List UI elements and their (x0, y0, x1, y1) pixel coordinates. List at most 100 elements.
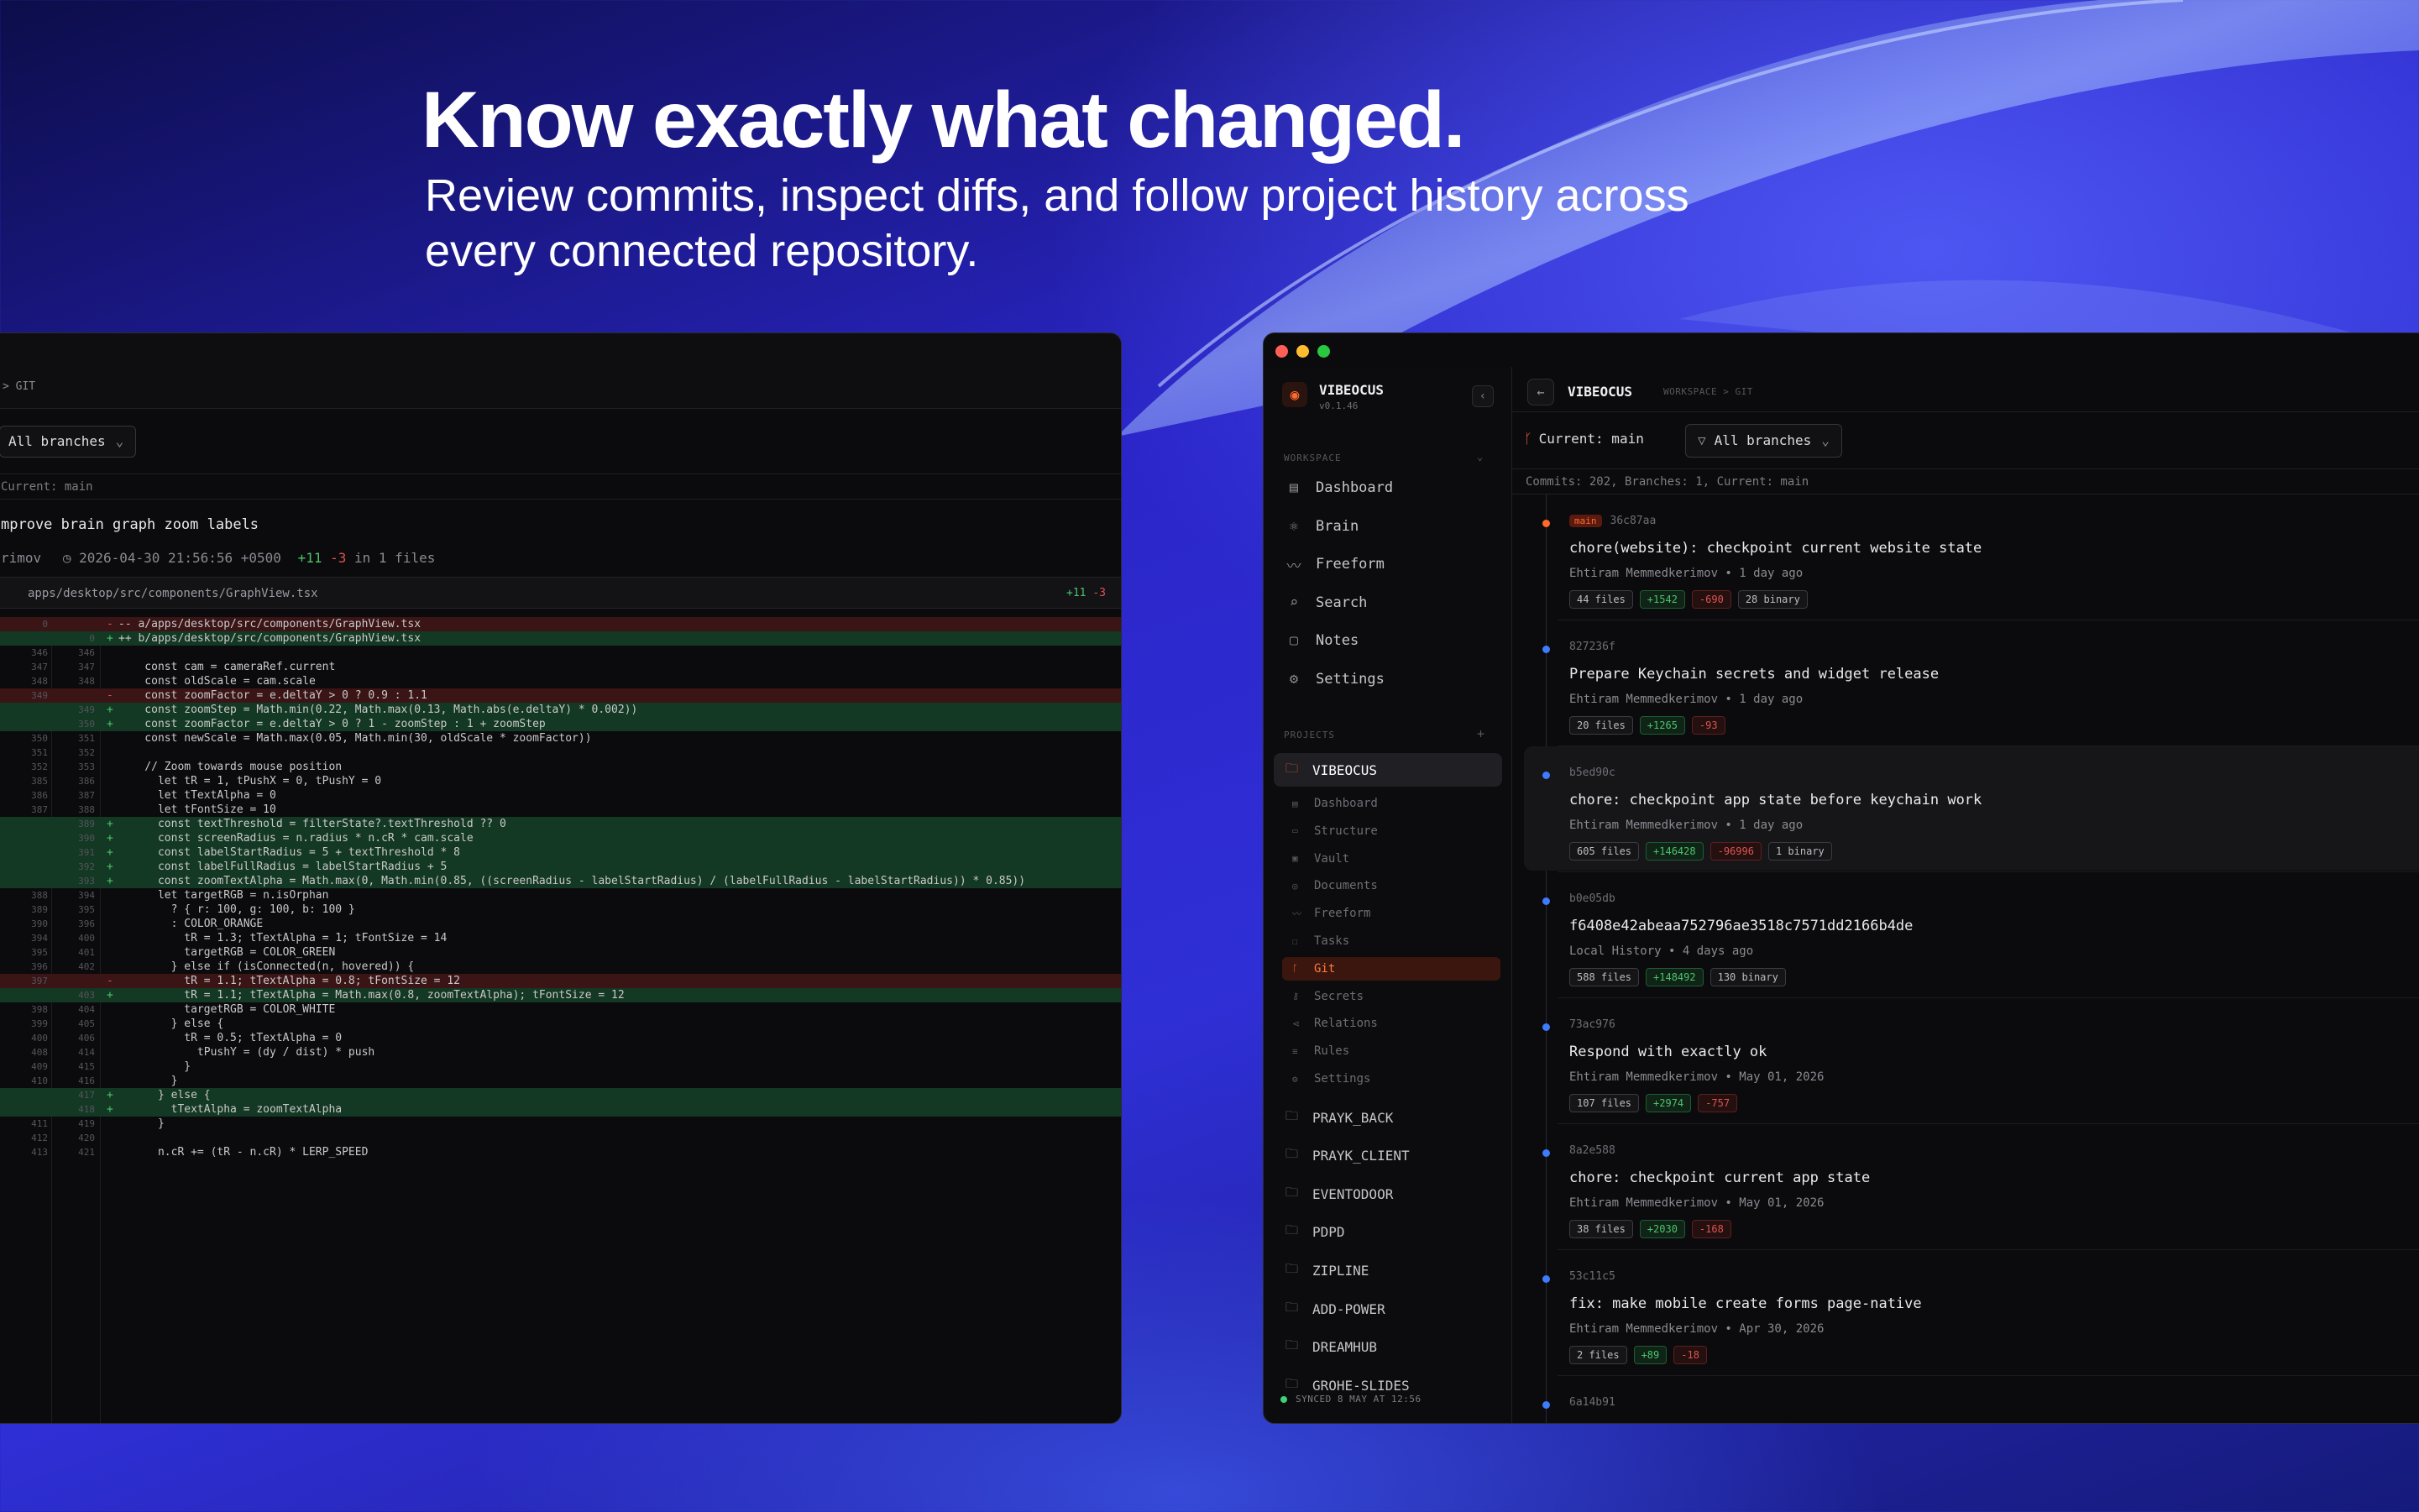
current-branch[interactable]: ᚴ Current: main (1524, 431, 1644, 447)
commit-author: Ehtiram Memmedkerimov • May 01, 2026 (1569, 1196, 1825, 1210)
diff-window: > GIT All branches ⌄ Current: main mprove… (0, 332, 1122, 1424)
diff-line: 392 + const labelFullRadius = labelStartR… (0, 860, 1121, 874)
old-line-number: 387 (31, 804, 48, 815)
commit-author: Ehtiram Memmedkerimov • 1 day ago (1569, 567, 1804, 580)
project-item-prayk_client[interactable]: 🗀 PRAYK_CLIENT (1274, 1139, 1502, 1173)
commit-item[interactable]: 827236f Prepare Keychain secrets and widg… (1524, 620, 2419, 745)
close-window-button[interactable] (1275, 345, 1288, 358)
project-item-prayk_back[interactable]: 🗀 PRAYK_BACK (1274, 1101, 1502, 1134)
add-project-icon[interactable]: + (1477, 726, 1484, 741)
diff-code: } else { (118, 1018, 224, 1030)
old-line-number: 412 (31, 1133, 48, 1143)
key-icon: ⚷ (1292, 991, 1300, 1002)
branches-filter-dropdown[interactable]: ▽ All branches ⌄ (1685, 424, 1842, 458)
commit-item[interactable]: b0e05db f6408e42abeaa752796ae3518c7571dd2… (1524, 872, 2419, 997)
sidebar-item-brain[interactable]: ⚛ Brain (1274, 510, 1502, 543)
project-subitem-secrets[interactable]: ⚷ Secrets (1282, 985, 1500, 1008)
diff-file-header[interactable]: apps/desktop/src/components/GraphView.ts… (0, 577, 1121, 609)
project-item-add-power[interactable]: 🗀 ADD-POWER (1274, 1292, 1502, 1326)
project-subitem-relations[interactable]: ⋖ Relations (1282, 1012, 1500, 1035)
search-icon: ⌕ (1289, 594, 1299, 611)
project-subitem-dashboard[interactable]: ▤ Dashboard (1282, 792, 1500, 815)
commit-hash-row: 73ac976 (1569, 1018, 1615, 1031)
old-line-number: 390 (31, 918, 48, 929)
sidebar-item-settings[interactable]: ⚙ Settings (1274, 662, 1502, 696)
folder-icon: 🗀 (1285, 1107, 1299, 1123)
diff-code: tR = 1.3; tTextAlpha = 1; tFontSize = 14 (118, 932, 448, 944)
project-item-vibeocus[interactable]: 🗀 VIBEOCUS (1274, 753, 1502, 787)
commit-message: Prepare Keychain secrets and widget rele… (1569, 666, 1940, 683)
sidebar-item-freeform[interactable]: 〰 Freeform (1274, 547, 1502, 581)
commit-stats: 44 files +1542 -690 28 binary (1569, 590, 1808, 609)
deletions-badge: -93 (1691, 716, 1725, 735)
chevron-left-icon: ‹ (1479, 390, 1487, 403)
git-branch-icon: ᚴ (1524, 431, 1532, 447)
commit-hash: 36c87aa (1610, 515, 1657, 527)
diff-code: tR = 1.1; tTextAlpha = 0.8; tFontSize = … (118, 975, 460, 987)
current-branch-label: Current: main (1538, 431, 1644, 447)
collapse-sidebar-button[interactable]: ‹ (1472, 385, 1494, 407)
commit-item[interactable]: 8a2e588 chore: checkpoint current app sta… (1524, 1124, 2419, 1248)
sync-status-text: SYNCED 8 MAY AT 12:56 (1296, 1394, 1422, 1405)
project-item-dreamhub[interactable]: 🗀 DREAMHUB (1274, 1331, 1502, 1364)
additions-badge: +148492 (1646, 968, 1704, 986)
project-subitem-structure[interactable]: ▭ Structure (1282, 819, 1500, 843)
project-item-pdpd[interactable]: 🗀 PDPD (1274, 1216, 1502, 1249)
folder-icon: 🗀 (1285, 1375, 1299, 1391)
chevron-down-icon: ⌄ (1821, 432, 1830, 448)
project-subitem-tasks[interactable]: ☐ Tasks (1282, 929, 1500, 953)
project-subitem-rules[interactable]: ≡ Rules (1282, 1039, 1500, 1063)
project-subitem-freeform[interactable]: 〰 Freeform (1282, 902, 1500, 925)
project-subitem-vault[interactable]: ▣ Vault (1282, 847, 1500, 871)
new-line-number: 421 (78, 1147, 95, 1158)
back-button[interactable]: ← (1527, 379, 1554, 405)
new-line-number: 390 (78, 833, 95, 844)
commit-item[interactable]: b5ed90c chore: checkpoint app state befor… (1524, 746, 2419, 871)
commit-message: Respond with exactly ok (1569, 1044, 1767, 1060)
files-badge: 605 files (1569, 842, 1640, 861)
hero-headline: Know exactly what changed. (421, 76, 1465, 165)
project-subitem-documents[interactable]: ◎ Documents (1282, 874, 1500, 897)
old-line-number: 352 (31, 761, 48, 772)
folder-icon: 🗀 (1285, 1146, 1299, 1162)
project-subitem-label: Freeform (1314, 907, 1371, 921)
minimize-window-button[interactable] (1296, 345, 1309, 358)
commit-item[interactable]: 53c11c5 fix: make mobile create forms pag… (1524, 1250, 2419, 1374)
branches-dropdown[interactable]: All branches ⌄ (0, 426, 137, 458)
commit-item[interactable]: main 36c87aa chore(website): checkpoint cu… (1524, 494, 2419, 619)
additions-badge: +1542 (1639, 590, 1685, 609)
project-subitem-settings[interactable]: ⚙ Settings (1282, 1067, 1500, 1091)
project-label: VIBEOCUS (1312, 761, 1378, 778)
sidebar-item-search[interactable]: ⌕ Search (1274, 586, 1502, 620)
additions-badge: +89 (1633, 1346, 1668, 1364)
sidebar-item-dashboard[interactable]: ▤ Dashboard (1274, 471, 1502, 505)
commit-hash-row: b0e05db (1569, 892, 1615, 905)
diff-sign: + (107, 718, 113, 730)
chevron-down-icon[interactable]: ⌄ (1477, 451, 1483, 463)
commit-item[interactable]: 6a14b91 (1524, 1376, 2419, 1423)
sidebar-item-notes[interactable]: ▢ Notes (1274, 624, 1502, 657)
old-line-number: 346 (31, 647, 48, 658)
branches-filter-label: All branches (1714, 432, 1812, 448)
project-subitem-label: Vault (1314, 851, 1350, 866)
old-line-number: 396 (31, 961, 48, 972)
commit-hash-row: 53c11c5 (1569, 1270, 1615, 1283)
new-line-number: 352 (78, 747, 95, 758)
zoom-window-button[interactable] (1317, 345, 1330, 358)
diff-code: n.cR += (tR - n.cR) * LERP_SPEED (118, 1146, 369, 1159)
new-line-number: 386 (78, 776, 95, 787)
old-line-number: 348 (31, 676, 48, 687)
commit-author: Ehtiram Memmedkerimov • May 01, 2026 (1569, 1070, 1825, 1084)
sidebar-item-label: Search (1316, 594, 1368, 611)
diff-code: } else if (isConnected(n, hovered)) { (118, 960, 415, 973)
commit-message: chore: checkpoint app state before keych… (1569, 792, 1982, 808)
repo-stats: Commits: 202, Branches: 1, Current: main (1512, 469, 2419, 494)
project-subitem-git[interactable]: ᚴ Git (1282, 956, 1500, 981)
new-line-number: 351 (78, 733, 95, 744)
project-item-zipline[interactable]: 🗀 ZIPLINE (1274, 1253, 1502, 1287)
diff-code: targetRGB = COLOR_GREEN (118, 946, 336, 959)
project-item-eventodoor[interactable]: 🗀 EVENTODOOR (1274, 1177, 1502, 1211)
new-line-number: 350 (78, 719, 95, 730)
commit-item[interactable]: 73ac976 Respond with exactly ok Ehtiram Me… (1524, 998, 2419, 1122)
deletions-badge: -18 (1673, 1346, 1707, 1364)
